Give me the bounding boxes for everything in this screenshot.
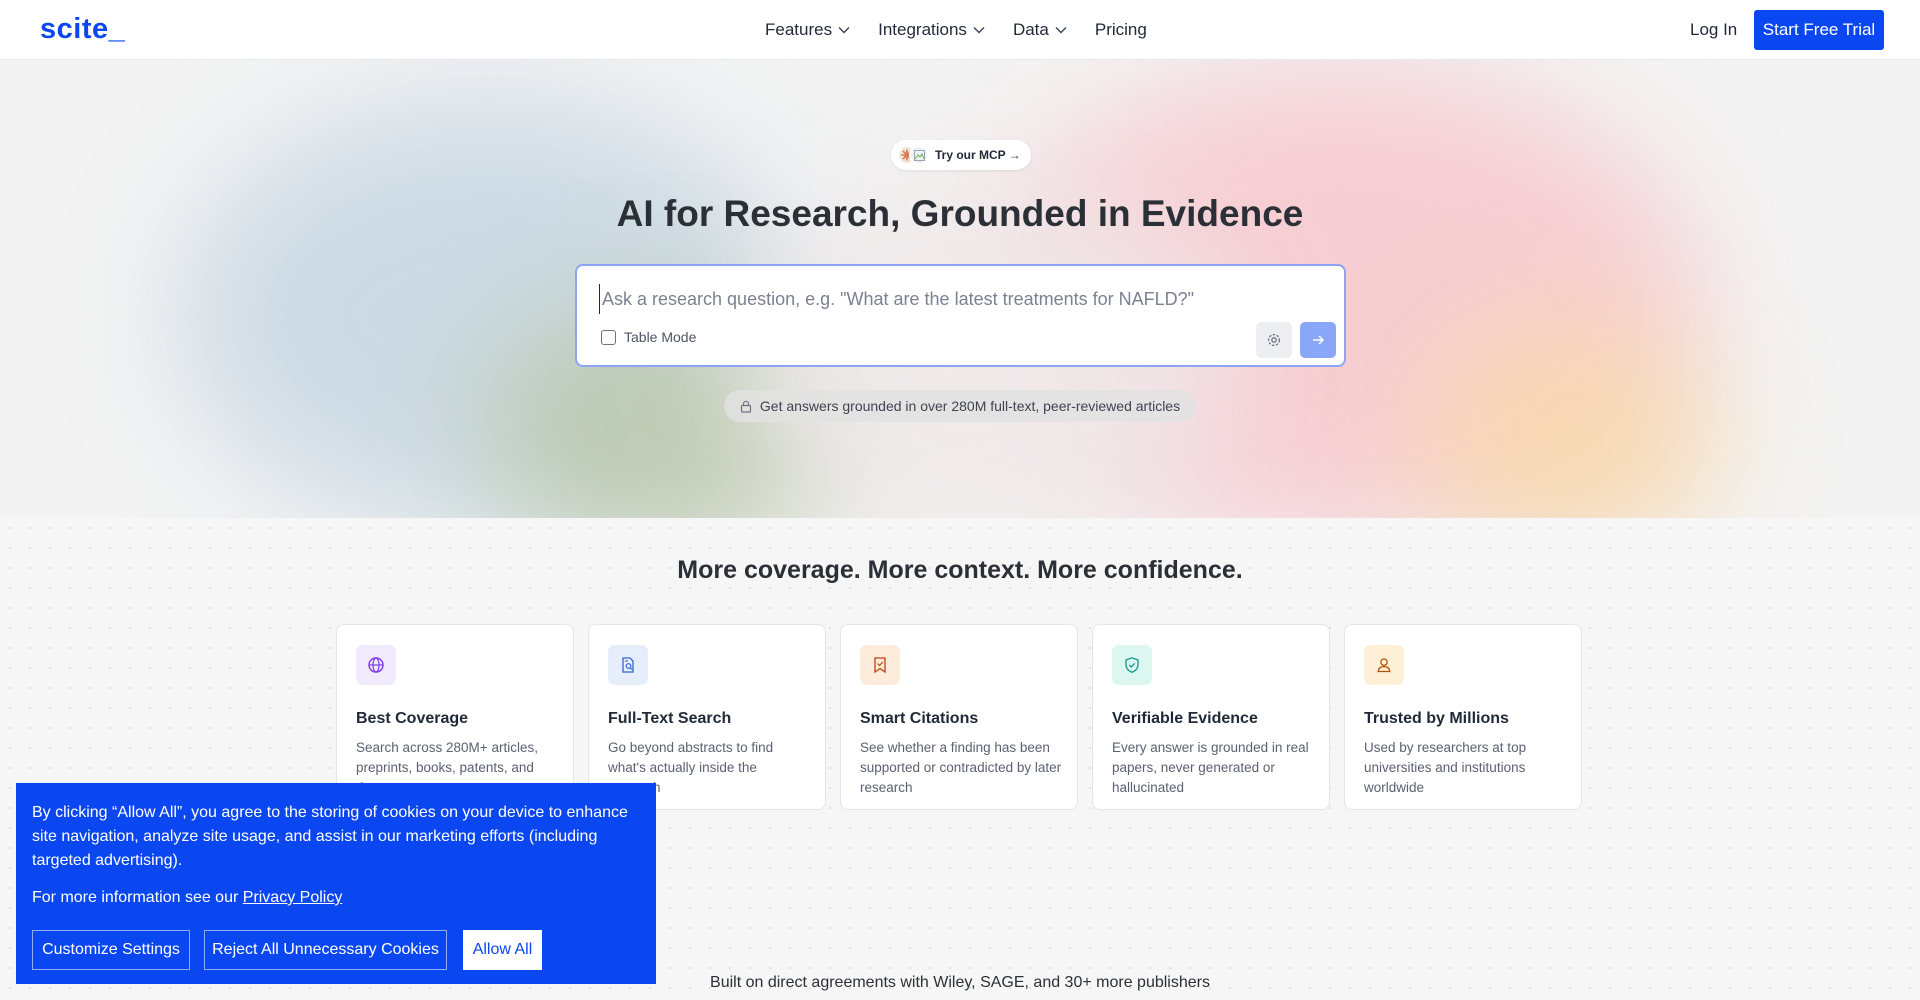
- feature-card-title: Smart Citations: [860, 710, 979, 727]
- grounded-note-text: Get answers grounded in over 280M full-t…: [759, 398, 1181, 414]
- main-nav: Features Integrations Data Pricing: [765, 0, 1175, 60]
- grounded-articles-note: Get answers grounded in over 280M full-t…: [724, 390, 1196, 422]
- reject-cookies-button[interactable]: Reject All Unnecessary Cookies: [204, 930, 447, 970]
- hero-section: Try our MCP → AI for Research, Grounded …: [0, 60, 1920, 518]
- nav-pricing-label: Pricing: [1094, 20, 1147, 39]
- feature-card-description: Used by researchers at top universities …: [1364, 740, 1527, 795]
- arrow-right-icon: [1313, 335, 1325, 345]
- broken-image-icon: [909, 145, 929, 165]
- feature-card-trusted-by-millions: Trusted by Millions Used by researchers …: [1344, 624, 1582, 810]
- nav-features[interactable]: Features: [765, 20, 850, 40]
- allow-all-cookies-button[interactable]: Allow All: [463, 930, 542, 970]
- start-free-trial-button[interactable]: Start Free Trial: [1754, 10, 1884, 50]
- feature-card-title: Verifiable Evidence: [1112, 710, 1258, 727]
- login-link[interactable]: Log In: [1690, 20, 1737, 40]
- feature-card-title: Best Coverage: [356, 710, 469, 727]
- privacy-policy-link[interactable]: Privacy Policy: [243, 889, 343, 906]
- table-mode-label: Table Mode: [624, 329, 697, 345]
- cookie-consent-text: By clicking “Allow All”, you agree to th…: [32, 804, 628, 869]
- feature-card-description: Every answer is grounded in real papers,…: [1112, 740, 1309, 795]
- user-icon: [1364, 645, 1404, 685]
- try-mcp-link[interactable]: Try our MCP →: [891, 140, 1031, 170]
- feature-card-verifiable-evidence: Verifiable Evidence Every answer is grou…: [1092, 624, 1330, 810]
- globe-icon: [356, 645, 396, 685]
- feature-card-title: Full-Text Search: [608, 710, 732, 727]
- research-question-input[interactable]: [599, 284, 1299, 314]
- lock-icon: [740, 400, 751, 413]
- features-title: More coverage. More context. More confid…: [677, 556, 1243, 584]
- feature-card-title: Trusted by Millions: [1364, 710, 1509, 727]
- nav-data-label: Data: [1012, 20, 1049, 39]
- shield-check-icon: [1112, 645, 1152, 685]
- cookie-consent-banner: By clicking “Allow All”, you agree to th…: [16, 783, 656, 984]
- nav-integrations-label: Integrations: [878, 20, 967, 39]
- nav-integrations[interactable]: Integrations: [878, 20, 985, 40]
- gear-icon: [1267, 333, 1281, 347]
- hero-title: AI for Research, Grounded in Evidence: [616, 193, 1304, 234]
- bookmark-icon: [860, 645, 900, 685]
- search-settings-button[interactable]: [1256, 322, 1292, 358]
- table-mode-checkbox[interactable]: [601, 329, 616, 345]
- chevron-down-icon: [838, 27, 850, 34]
- feature-card-description: See whether a finding has been supported…: [860, 740, 1062, 795]
- nav-pricing[interactable]: Pricing: [1095, 20, 1147, 40]
- table-mode-toggle[interactable]: Table Mode: [601, 329, 696, 345]
- document-search-icon: [608, 645, 648, 685]
- scite-logo[interactable]: scite_: [40, 13, 125, 46]
- nav-data[interactable]: Data: [1013, 20, 1067, 40]
- mcp-partner-icons: [897, 145, 929, 165]
- submit-search-button[interactable]: [1300, 322, 1336, 358]
- cookie-more-info: For more information see our Privacy Pol…: [32, 889, 342, 907]
- chevron-down-icon: [973, 27, 985, 34]
- cookie-more-prefix: For more information see our: [32, 889, 243, 906]
- search-box: Table Mode: [575, 264, 1346, 367]
- chevron-down-icon: [1055, 27, 1067, 34]
- try-mcp-label: Try our MCP →: [935, 148, 1021, 162]
- site-header: scite_ Features Integrations Data Pricin…: [0, 0, 1920, 60]
- customize-settings-button[interactable]: Customize Settings: [32, 930, 190, 970]
- nav-features-label: Features: [765, 20, 833, 39]
- feature-card-smart-citations: Smart Citations See whether a finding ha…: [840, 624, 1078, 810]
